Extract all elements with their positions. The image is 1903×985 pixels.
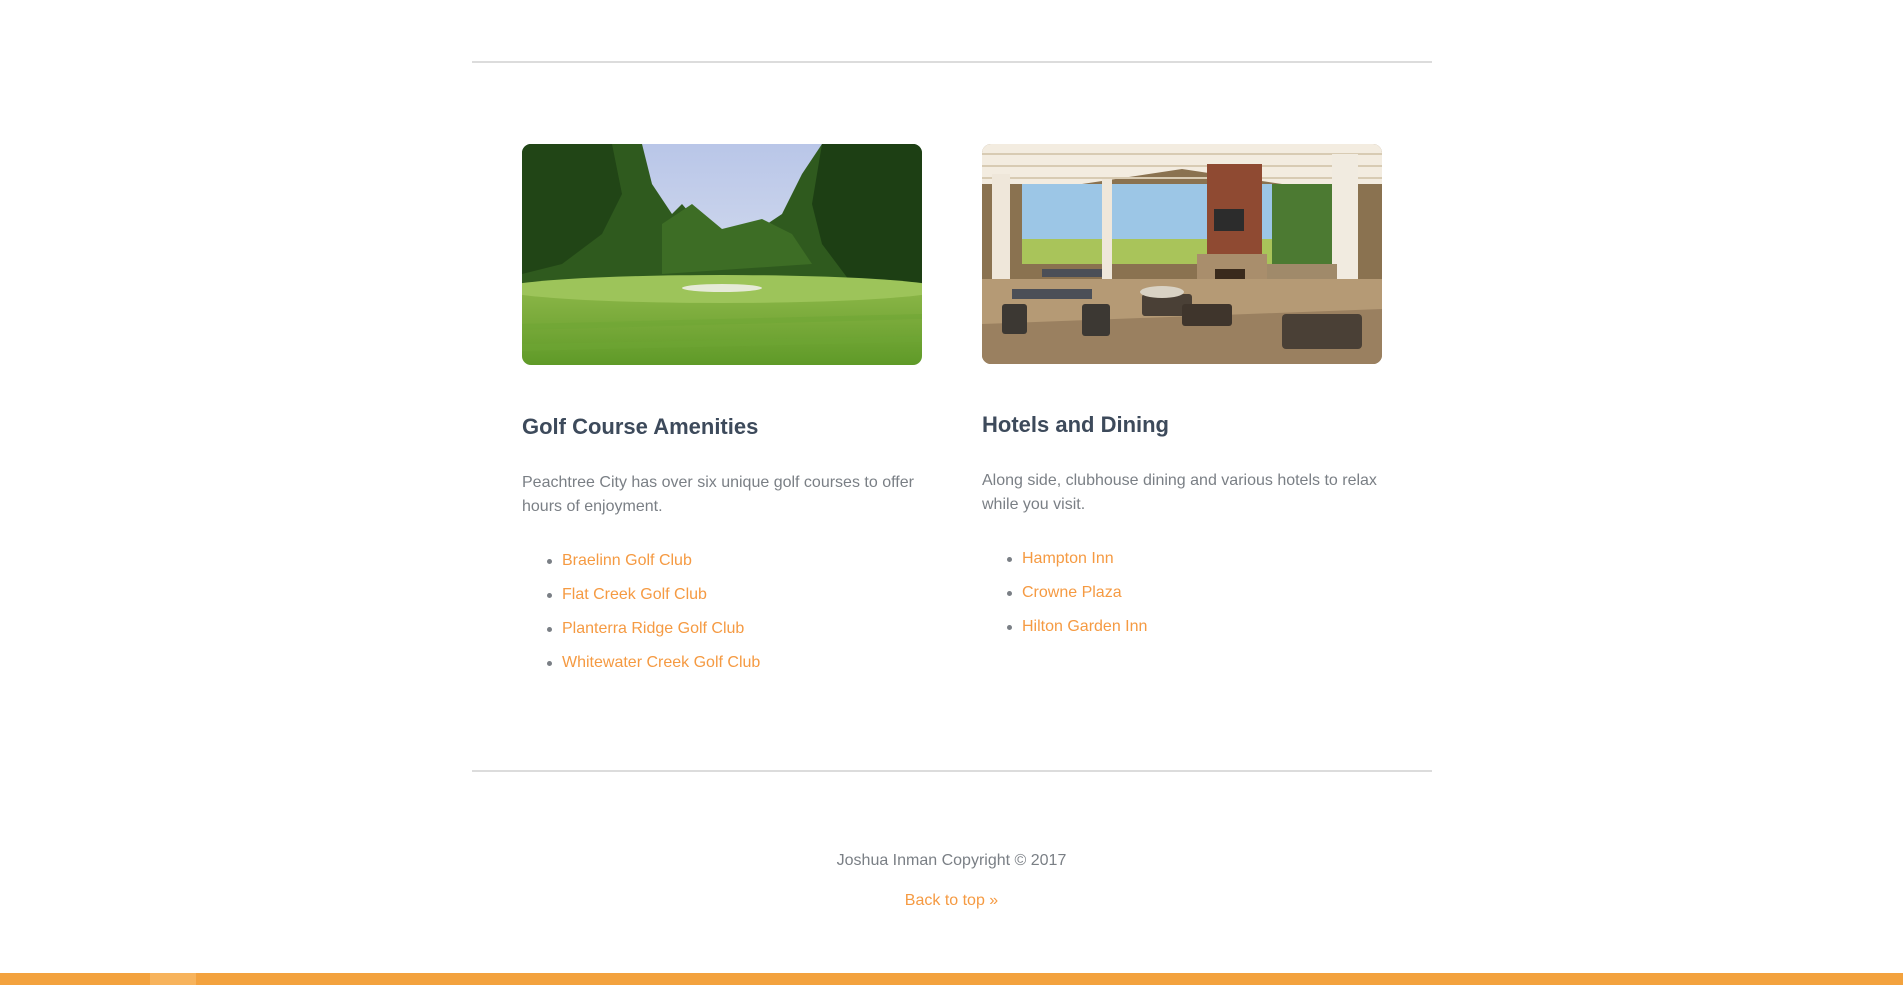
list-item: Flat Creek Golf Club — [547, 583, 922, 617]
back-to-top: Back to top » — [0, 890, 1903, 912]
clubhouse-patio-photo — [982, 144, 1382, 364]
hotels-dining-list: Hampton Inn Crowne Plaza Hilton Garden I… — [982, 547, 1382, 649]
list-item: Braelinn Golf Club — [547, 549, 922, 583]
golf-course-heading: Golf Course Amenities — [522, 414, 759, 439]
list-item: Hampton Inn — [1007, 547, 1382, 581]
planterra-ridge-golf-club-link[interactable]: Planterra Ridge Golf Club — [562, 620, 744, 637]
hotels-dining-heading: Hotels and Dining — [982, 412, 1169, 437]
golf-course-list: Braelinn Golf Club Flat Creek Golf Club … — [522, 549, 922, 685]
braelinn-golf-club-link[interactable]: Braelinn Golf Club — [562, 552, 692, 569]
hampton-inn-link[interactable]: Hampton Inn — [1022, 550, 1114, 567]
flat-creek-golf-club-link[interactable]: Flat Creek Golf Club — [562, 586, 707, 603]
back-to-top-link[interactable]: Back to top » — [905, 892, 998, 909]
hotels-dining-description: Along side, clubhouse dining and various… — [982, 472, 1377, 513]
bottom-accent-bar — [0, 973, 1903, 985]
list-item: Whitewater Creek Golf Club — [547, 651, 922, 685]
hotels-dining-section: Hotels and Dining Along side, clubhouse … — [982, 144, 1382, 649]
hilton-garden-inn-link[interactable]: Hilton Garden Inn — [1022, 618, 1147, 635]
copyright-text: Joshua Inman Copyright © 2017 — [836, 852, 1067, 869]
bottom-bar-segment — [150, 973, 196, 985]
list-item: Hilton Garden Inn — [1007, 615, 1382, 649]
list-item: Crowne Plaza — [1007, 581, 1382, 615]
footer-divider — [472, 770, 1432, 772]
golf-course-description: Peachtree City has over six unique golf … — [522, 474, 914, 515]
crowne-plaza-link[interactable]: Crowne Plaza — [1022, 584, 1122, 601]
list-item: Planterra Ridge Golf Club — [547, 617, 922, 651]
whitewater-creek-golf-club-link[interactable]: Whitewater Creek Golf Club — [562, 654, 760, 671]
golf-course-section: Golf Course Amenities Peachtree City has… — [522, 144, 922, 685]
top-divider — [472, 61, 1432, 63]
golf-course-photo — [522, 144, 922, 365]
